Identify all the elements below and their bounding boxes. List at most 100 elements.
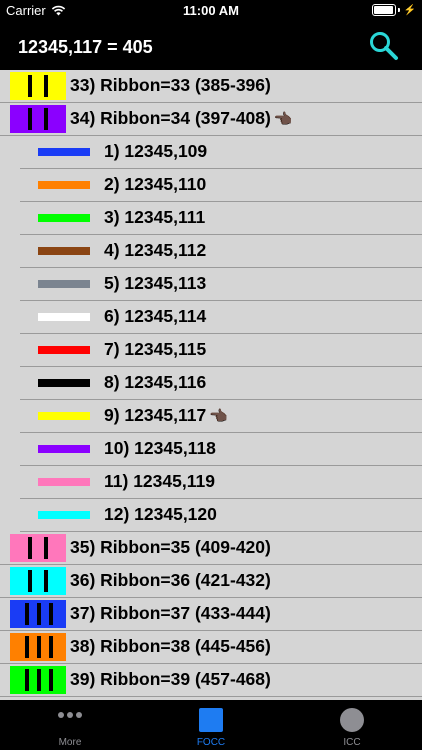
- fiber-label-text: 4) 12345,112: [104, 240, 207, 260]
- fiber-color-swatch: [38, 412, 90, 420]
- pointing-hand-icon: 👈🏿: [209, 408, 228, 426]
- ribbon-label-text: 38) Ribbon=38 (445-456): [70, 636, 271, 656]
- ribbon-stripe: [44, 570, 48, 592]
- tab-focc[interactable]: FOCC: [141, 700, 281, 750]
- fiber-label: 12) 12345,120: [104, 504, 217, 525]
- fiber-row[interactable]: 12) 12345,120: [0, 499, 422, 532]
- fiber-color-swatch: [38, 346, 90, 354]
- ribbon-label: 34) Ribbon=34 (397-408) 👈🏿: [70, 108, 293, 129]
- circle-icon: [340, 708, 364, 732]
- ribbon-label-text: 33) Ribbon=33 (385-396): [70, 75, 271, 95]
- fiber-color-swatch: [38, 148, 90, 156]
- fiber-row[interactable]: 8) 12345,116: [0, 367, 422, 400]
- ribbon-stripe: [44, 537, 48, 559]
- fiber-row[interactable]: 10) 12345,118: [0, 433, 422, 466]
- fiber-label-text: 10) 12345,118: [104, 438, 216, 458]
- pointing-hand-icon: 👈🏿: [273, 111, 293, 129]
- ribbon-label-text: 37) Ribbon=37 (433-444): [70, 603, 271, 623]
- fiber-row[interactable]: 2) 12345,110: [0, 169, 422, 202]
- fiber-label-text: 3) 12345,111: [104, 207, 206, 227]
- fiber-color-swatch: [38, 445, 90, 453]
- fiber-label: 6) 12345,114: [104, 306, 206, 327]
- fiber-row[interactable]: 1) 12345,109: [0, 136, 422, 169]
- tab-focc-label: FOCC: [196, 737, 226, 748]
- fiber-label-text: 2) 12345,110: [104, 174, 207, 194]
- ribbon-row[interactable]: 33) Ribbon=33 (385-396): [0, 70, 422, 103]
- fiber-row[interactable]: 7) 12345,115: [0, 334, 422, 367]
- status-time: 11:00 AM: [183, 3, 239, 18]
- battery-tip: [397, 8, 400, 12]
- ribbon-swatch: [10, 105, 66, 133]
- ribbon-swatch: [10, 633, 66, 661]
- ribbon-stripe: [28, 108, 32, 130]
- ribbon-stripe: [28, 537, 32, 559]
- square-icon: [199, 708, 223, 732]
- ribbon-label: 37) Ribbon=37 (433-444): [70, 603, 271, 624]
- fiber-label-text: 6) 12345,114: [104, 306, 207, 326]
- fiber-row[interactable]: 4) 12345,112: [0, 235, 422, 268]
- fiber-color-swatch: [38, 511, 90, 519]
- fiber-label: 5) 12345,113: [104, 273, 206, 294]
- ribbon-row[interactable]: 35) Ribbon=35 (409-420): [0, 532, 422, 565]
- tab-icc[interactable]: ICC: [282, 700, 422, 750]
- battery-icon: [371, 4, 396, 16]
- ribbon-row[interactable]: 36) Ribbon=36 (421-432): [0, 565, 422, 598]
- ribbon-stripe: [49, 636, 53, 658]
- ribbon-row[interactable]: 38) Ribbon=38 (445-456): [0, 631, 422, 664]
- ribbon-stripe: [28, 75, 32, 97]
- ribbon-label-text: 36) Ribbon=36 (421-432): [70, 570, 271, 590]
- fiber-row[interactable]: 3) 12345,111: [0, 202, 422, 235]
- ribbon-row[interactable]: 39) Ribbon=39 (457-468): [0, 664, 422, 697]
- ribbon-label: 38) Ribbon=38 (445-456): [70, 636, 271, 657]
- ribbon-stripe: [28, 570, 32, 592]
- fiber-label: 4) 12345,112: [104, 240, 206, 261]
- fiber-label-text: 7) 12345,115: [104, 339, 207, 359]
- status-bar: Carrier 11:00 AM ⚡: [0, 0, 422, 22]
- ribbon-stripe: [37, 603, 41, 625]
- fiber-color-swatch: [38, 379, 90, 387]
- ribbon-label: 36) Ribbon=36 (421-432): [70, 570, 271, 591]
- fiber-color-swatch: [38, 478, 90, 486]
- ribbon-swatch: [10, 567, 66, 595]
- fiber-row[interactable]: 5) 12345,113: [0, 268, 422, 301]
- fiber-color-swatch: [38, 280, 90, 288]
- page-title: 12345,117 = 405: [18, 37, 153, 57]
- ribbon-label-text: 34) Ribbon=34 (397-408): [70, 108, 271, 128]
- ribbon-stripe: [44, 75, 48, 97]
- fiber-color-swatch: [38, 313, 90, 321]
- fiber-label-text: 9) 12345,117: [104, 405, 207, 425]
- status-right: ⚡: [371, 4, 416, 16]
- fiber-row[interactable]: 11) 12345,119: [0, 466, 422, 499]
- fiber-row[interactable]: 9) 12345,117 👈🏿: [0, 400, 422, 433]
- ribbon-label: 35) Ribbon=35 (409-420): [70, 537, 271, 558]
- fiber-color-swatch: [38, 181, 90, 189]
- ribbon-list[interactable]: 33) Ribbon=33 (385-396) 34) Ribbon=34 (39…: [0, 70, 422, 700]
- ribbon-stripe: [37, 636, 41, 658]
- charging-icon: ⚡: [403, 4, 416, 16]
- tab-bar: More FOCC ICC: [0, 700, 422, 750]
- ribbon-stripe: [49, 603, 53, 625]
- ribbon-label-text: 39) Ribbon=39 (457-468): [70, 669, 271, 689]
- search-icon[interactable]: [368, 30, 400, 62]
- fiber-label: 8) 12345,116: [104, 372, 206, 393]
- ribbon-row[interactable]: 37) Ribbon=37 (433-444): [0, 598, 422, 631]
- ribbon-label: 39) Ribbon=39 (457-468): [70, 669, 271, 690]
- fiber-label: 1) 12345,109: [104, 141, 207, 162]
- ribbon-swatch: [10, 600, 66, 628]
- ribbon-swatch: [10, 534, 66, 562]
- fiber-label: 2) 12345,110: [104, 174, 206, 195]
- more-icon: [0, 712, 140, 718]
- fiber-label: 7) 12345,115: [104, 339, 206, 360]
- fiber-label: 11) 12345,119: [104, 471, 215, 492]
- fiber-label-text: 8) 12345,116: [104, 372, 207, 392]
- ribbon-row[interactable]: 34) Ribbon=34 (397-408) 👈🏿: [0, 103, 422, 136]
- ribbon-label-text: 35) Ribbon=35 (409-420): [70, 537, 271, 557]
- fiber-label-text: 11) 12345,119: [104, 471, 215, 491]
- ribbon-stripe: [25, 603, 29, 625]
- fiber-color-swatch: [38, 247, 90, 255]
- fiber-label: 9) 12345,117 👈🏿: [104, 405, 228, 426]
- fiber-row[interactable]: 6) 12345,114: [0, 301, 422, 334]
- ribbon-stripe: [25, 669, 29, 691]
- fiber-label-text: 1) 12345,109: [104, 141, 208, 161]
- tab-more[interactable]: More: [0, 700, 140, 750]
